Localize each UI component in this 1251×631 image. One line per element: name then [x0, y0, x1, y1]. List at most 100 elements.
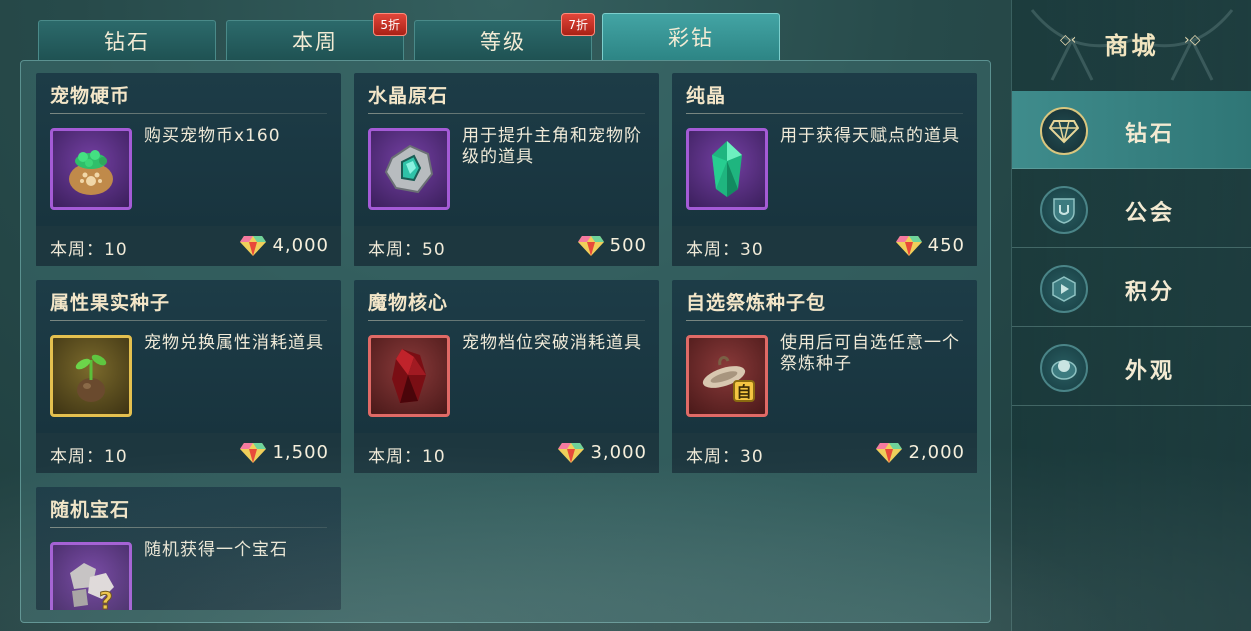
sidebar-item-guild[interactable]: 公会 — [1012, 170, 1251, 248]
item-footer: 本周：10 1,500 — [36, 433, 341, 473]
discount-badge: 5折 — [373, 13, 407, 36]
shop-panel: 宠物硬币 购买宠物币x160 本周：10 4,000 水晶原石 用于提升主角和宠… — [20, 60, 991, 623]
item-icon-frame — [50, 128, 132, 210]
item-description: 用于获得天赋点的道具 — [780, 126, 960, 146]
item-footer: 本周：10 3,000 — [354, 433, 659, 473]
guild-shield-icon — [1040, 186, 1088, 234]
item-icon-frame — [368, 128, 450, 210]
svg-text:?: ? — [99, 587, 113, 610]
tab-diamond[interactable]: 钻石 — [38, 20, 216, 60]
tab-label: 钻石 — [104, 29, 150, 54]
divider — [368, 113, 645, 114]
price-value: 2,000 — [908, 441, 965, 463]
item-icon-frame — [686, 128, 768, 210]
shop-item-card[interactable]: 水晶原石 用于提升主角和宠物阶级的道具 本周：50 500 — [354, 73, 659, 266]
weekly-limit: 本周：10 — [368, 447, 446, 467]
weekly-limit: 本周：30 — [686, 240, 764, 260]
item-price: 2,000 — [876, 441, 965, 463]
price-value: 1,500 — [272, 441, 329, 463]
tab-color-diamond[interactable]: 彩钻 — [602, 13, 780, 60]
tab-label: 本周 — [292, 29, 338, 54]
monster-core-icon — [392, 349, 426, 403]
shop-title: 商城 — [1104, 32, 1159, 60]
item-footer: 本周：10 4,000 — [36, 226, 341, 266]
price-value: 450 — [927, 234, 965, 256]
item-description: 用于提升主角和宠物阶级的道具 — [462, 126, 642, 167]
weekly-limit: 本周：10 — [50, 240, 128, 260]
item-description: 宠物档位突破消耗道具 — [462, 333, 642, 353]
divider — [686, 320, 963, 321]
sidebar-item-label: 外观 — [1125, 359, 1176, 384]
item-icon-frame — [50, 335, 132, 417]
seed-pack-icon: 自 — [702, 356, 755, 402]
item-footer: 本周：30 2,000 — [672, 433, 977, 473]
shop-item-card[interactable]: 宠物硬币 购买宠物币x160 本周：10 4,000 — [36, 73, 341, 266]
pet-coin-bag-icon — [69, 150, 113, 195]
sidebar-item-label: 钻石 — [1125, 122, 1176, 147]
sidebar-item-label: 公会 — [1125, 201, 1176, 226]
item-title: 属性果实种子 — [50, 292, 171, 314]
divider — [686, 113, 963, 114]
item-title: 宠物硬币 — [50, 85, 131, 107]
pure-crystal-icon — [712, 141, 742, 197]
item-price: 450 — [895, 234, 965, 256]
weekly-limit: 本周：10 — [50, 447, 128, 467]
item-title: 随机宝石 — [50, 499, 131, 521]
shop-item-card[interactable]: 随机宝石 ? 随机获得一个宝石 — [36, 487, 341, 610]
rainbow-diamond-icon — [876, 443, 903, 463]
item-title: 纯晶 — [686, 85, 727, 107]
crystal-ore-icon — [384, 144, 434, 194]
item-icon-frame: 自 — [686, 335, 768, 417]
item-price: 4,000 — [240, 234, 329, 256]
divider — [50, 113, 327, 114]
weekly-limit: 本周：30 — [686, 447, 764, 467]
price-value: 3,000 — [590, 441, 647, 463]
shop-item-card[interactable]: 属性果实种子 宠物兑换属性消耗道具 本周：10 1,500 — [36, 280, 341, 473]
svg-text:自: 自 — [736, 383, 751, 401]
tab-label: 等级 — [480, 29, 526, 54]
shop-item-card[interactable]: 纯晶 用于获得天赋点的道具 本周：30 450 — [672, 73, 977, 266]
tab-level[interactable]: 等级 7折 — [414, 13, 595, 60]
sidebar-item-points[interactable]: 积分 — [1012, 249, 1251, 327]
shop-sidebar: ◇‹ 商城 ›◇ 钻石 公会 积分 外观 — [1011, 0, 1251, 631]
divider — [50, 527, 327, 528]
item-title: 自选祭炼种子包 — [686, 292, 827, 314]
item-price: 1,500 — [240, 441, 329, 463]
divider — [50, 320, 327, 321]
item-price: 3,000 — [558, 441, 647, 463]
shop-item-card[interactable]: 自选祭炼种子包 自 使用后可自选任意一个祭炼种子 本周：30 2,000 — [672, 280, 977, 473]
item-icon-frame: ? — [50, 542, 132, 610]
seed-sprout-icon — [75, 354, 107, 402]
item-description: 随机获得一个宝石 — [144, 540, 288, 560]
diamond-icon — [1040, 107, 1088, 155]
tab-weekly[interactable]: 本周 5折 — [226, 13, 407, 60]
rainbow-diamond-icon — [240, 236, 267, 256]
sidebar-item-diamond[interactable]: 钻石 — [1012, 91, 1251, 169]
points-hexagon-icon — [1040, 265, 1088, 313]
item-description: 宠物兑换属性消耗道具 — [144, 333, 324, 353]
price-value: 4,000 — [272, 234, 329, 256]
item-title: 水晶原石 — [368, 85, 449, 107]
item-description: 购买宠物币x160 — [144, 126, 281, 146]
item-description: 使用后可自选任意一个祭炼种子 — [780, 333, 960, 374]
item-footer: 本周：30 450 — [672, 226, 977, 266]
rainbow-diamond-icon — [240, 443, 267, 463]
sidebar-item-label: 积分 — [1125, 280, 1176, 305]
item-title: 魔物核心 — [368, 292, 449, 314]
rainbow-diamond-icon — [895, 236, 922, 256]
rainbow-diamond-icon — [558, 443, 585, 463]
discount-badge: 7折 — [561, 13, 595, 36]
divider — [368, 320, 645, 321]
price-value: 500 — [609, 234, 647, 256]
rainbow-diamond-icon — [577, 236, 604, 256]
appearance-icon — [1040, 344, 1088, 392]
random-gem-icon: ? — [70, 563, 114, 610]
weekly-limit: 本周：50 — [368, 240, 446, 260]
shop-item-card[interactable]: 魔物核心 宠物档位突破消耗道具 本周：10 3,000 — [354, 280, 659, 473]
sidebar-item-appearance[interactable]: 外观 — [1012, 328, 1251, 406]
item-price: 500 — [577, 234, 647, 256]
tab-label: 彩钻 — [668, 26, 714, 50]
item-footer: 本周：50 500 — [354, 226, 659, 266]
ornament-right-icon: ›◇ — [1184, 32, 1201, 48]
item-icon-frame — [368, 335, 450, 417]
